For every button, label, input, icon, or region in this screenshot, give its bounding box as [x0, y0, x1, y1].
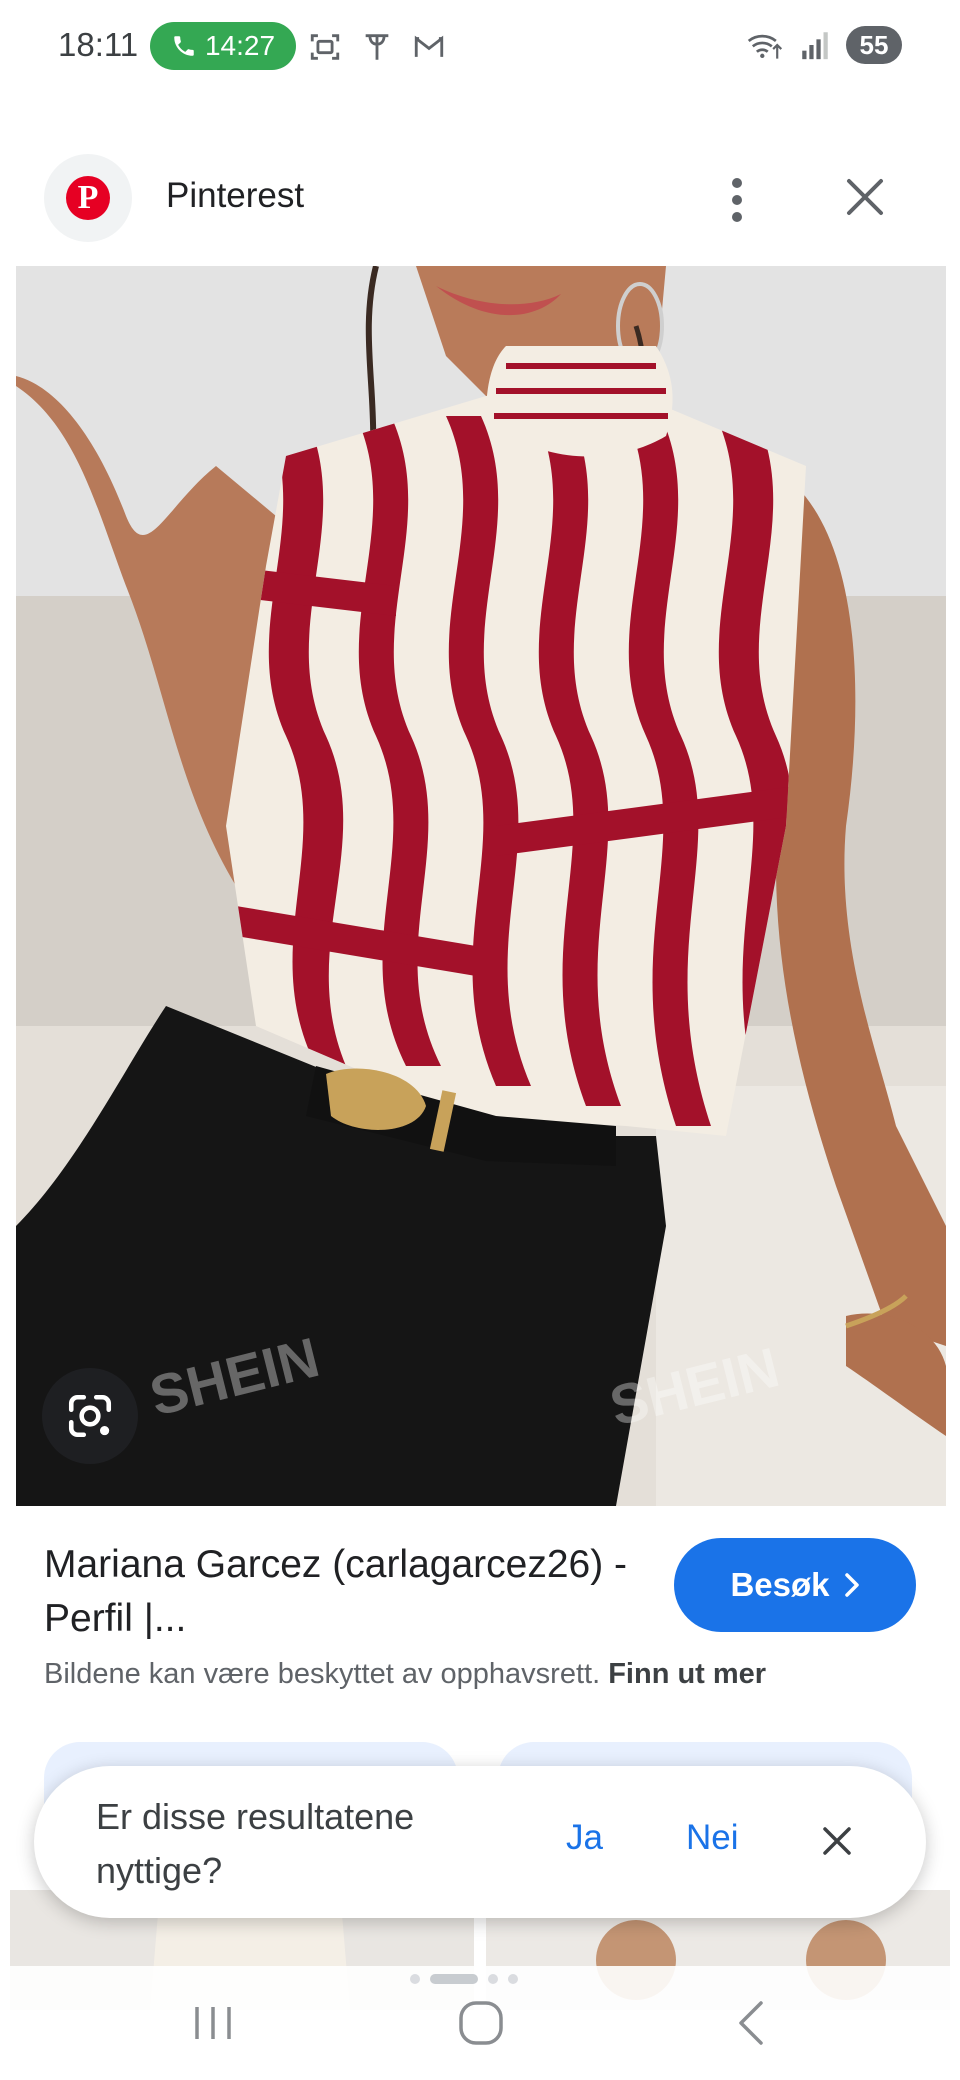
screenshot-icon: [310, 34, 340, 60]
chevron-right-icon: [844, 1573, 859, 1597]
status-bar: 18:11 14:27 55: [0, 0, 960, 96]
wifi-icon: [747, 34, 783, 59]
pinterest-logo: P: [44, 154, 132, 242]
home-icon: [459, 2001, 503, 2045]
visit-button[interactable]: Besøk: [674, 1538, 916, 1632]
feedback-close-button[interactable]: [816, 1820, 858, 1862]
recents-button[interactable]: [178, 1988, 248, 2058]
feedback-yes-button[interactable]: Ja: [566, 1818, 603, 1858]
lens-icon: [68, 1394, 112, 1438]
close-icon: [847, 179, 883, 215]
ongoing-call-pill[interactable]: 14:27: [150, 22, 296, 70]
page-indicator: [410, 1974, 518, 1984]
recents-icon: [195, 2007, 231, 2039]
result-image[interactable]: SHEIN SHEIN: [16, 266, 946, 1506]
phone-icon: [174, 36, 194, 56]
back-icon: [739, 2001, 763, 2045]
home-button[interactable]: [446, 1988, 516, 2058]
feedback-question: Er disse resultatene nyttige?: [96, 1796, 415, 1891]
viewer-header: P Pinterest: [0, 140, 960, 260]
status-time: 18:11: [58, 26, 139, 63]
antenna-icon: [365, 34, 389, 60]
pinterest-logo-mark: P: [66, 176, 110, 220]
more-vert-icon: [732, 178, 742, 222]
result-title[interactable]: Mariana Garcez (carlagarcez26) - Perfil …: [44, 1538, 644, 1646]
copyright-notice: Bildene kan være beskyttet av opphavsret…: [44, 1658, 766, 1691]
visit-button-label: Besøk: [730, 1566, 830, 1603]
more-options-button[interactable]: [712, 170, 762, 230]
site-name[interactable]: Pinterest: [166, 176, 304, 216]
battery-indicator: 55: [846, 26, 902, 64]
call-timer: 14:27: [204, 30, 276, 61]
feedback-prompt: Er disse resultatene nyttige? Ja Nei: [34, 1766, 926, 1918]
signal-icon: [802, 32, 828, 60]
copyright-text: Bildene kan være beskyttet av opphavsret…: [44, 1658, 601, 1690]
gmail-icon: [414, 35, 444, 57]
close-icon: [823, 1827, 851, 1855]
back-button[interactable]: [716, 1988, 786, 2058]
feedback-no-button[interactable]: Nei: [686, 1818, 739, 1858]
system-navigation-bar: [0, 1966, 960, 2080]
lens-search-button[interactable]: [42, 1368, 138, 1464]
blouse-photo: SHEIN SHEIN: [16, 266, 946, 1506]
close-button[interactable]: [836, 168, 894, 226]
learn-more-link[interactable]: Finn ut mer: [608, 1658, 766, 1690]
